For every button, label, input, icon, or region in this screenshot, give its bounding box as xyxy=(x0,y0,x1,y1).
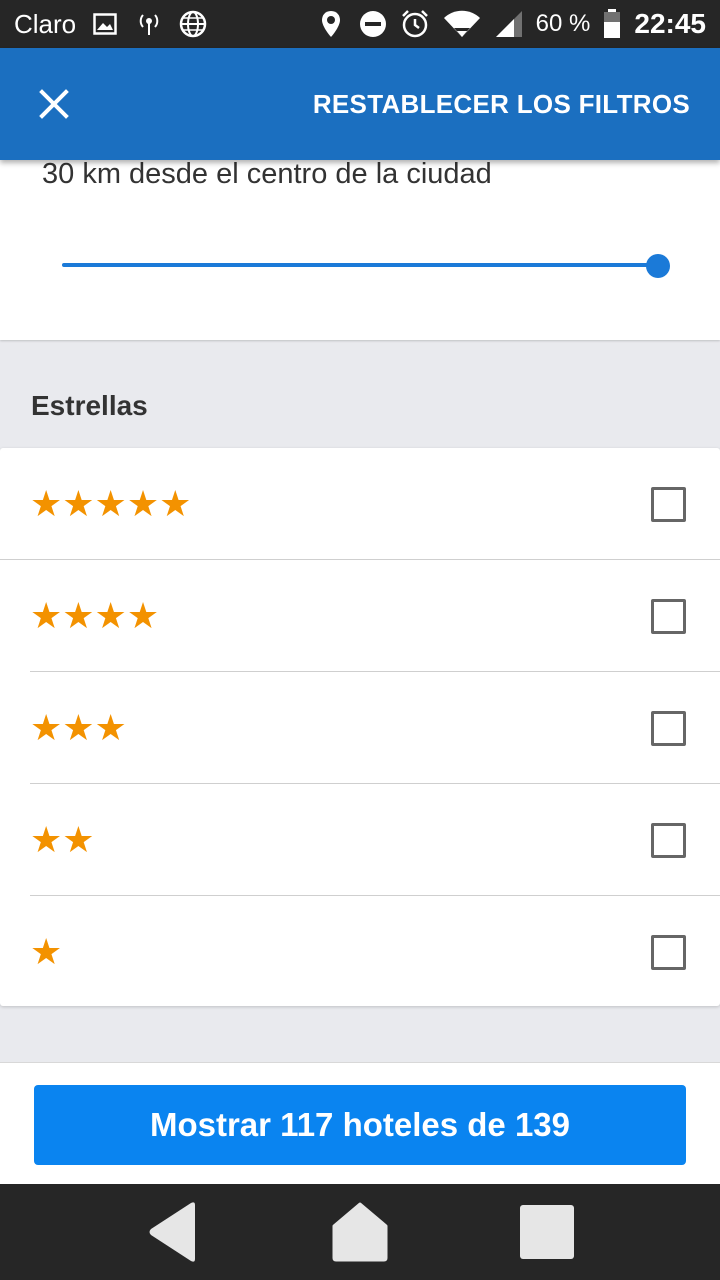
distance-label: 30 km desde el centro de la ciudad xyxy=(42,158,492,190)
image-icon xyxy=(90,9,120,39)
star-5-checkbox[interactable] xyxy=(651,486,686,522)
star-row-4[interactable]: ★★★★ xyxy=(0,560,720,672)
close-icon xyxy=(39,89,69,119)
distance-slider[interactable] xyxy=(62,254,670,278)
stars-filter-card: ★★★★★ ★★★★ ★★★ ★★ ★ xyxy=(0,448,720,1006)
battery-icon xyxy=(602,9,622,39)
clock-time: 22:45 xyxy=(634,8,706,39)
home-button[interactable] xyxy=(325,1197,395,1267)
star-1-checkbox[interactable] xyxy=(651,934,686,970)
alarm-icon xyxy=(400,9,430,39)
system-nav-bar xyxy=(0,1184,720,1280)
star-rating-icon: ★★ xyxy=(30,819,95,860)
status-bar: Claro 60 % 22:45 xyxy=(0,0,720,48)
star-3-checkbox[interactable] xyxy=(651,710,686,746)
star-row-1[interactable]: ★ xyxy=(0,896,720,1008)
recents-icon xyxy=(519,1205,574,1259)
reset-filters-button[interactable]: RESTABLECER LOS FILTROS xyxy=(313,89,690,120)
star-rating-icon: ★★★ xyxy=(30,707,127,748)
distance-filter-card: 30 km desde el centro de la ciudad xyxy=(0,158,720,340)
app-bar: RESTABLECER LOS FILTROS xyxy=(0,48,720,160)
star-4-checkbox[interactable] xyxy=(651,598,686,634)
back-button[interactable] xyxy=(138,1197,208,1267)
wifi-icon xyxy=(442,9,482,39)
do-not-disturb-icon xyxy=(358,9,388,39)
signal-icon xyxy=(494,9,524,39)
star-row-3[interactable]: ★★★ xyxy=(0,672,720,784)
star-rating-icon: ★★★★★ xyxy=(30,483,192,524)
bottom-action-panel: Mostrar 117 hoteles de 139 xyxy=(0,1062,720,1184)
stars-section-title: Estrellas xyxy=(31,390,148,421)
show-hotels-button[interactable]: Mostrar 117 hoteles de 139 xyxy=(34,1085,686,1165)
star-row-5[interactable]: ★★★★★ xyxy=(0,448,720,560)
recents-button[interactable] xyxy=(512,1197,582,1267)
carrier-name: Claro xyxy=(14,8,77,39)
location-icon xyxy=(316,9,346,39)
star-2-checkbox[interactable] xyxy=(651,822,686,858)
star-rating-icon: ★★★★ xyxy=(30,595,160,636)
hotspot-icon xyxy=(134,9,164,39)
star-row-2[interactable]: ★★ xyxy=(0,784,720,896)
slider-track xyxy=(62,263,658,267)
star-rating-icon: ★ xyxy=(30,931,63,972)
slider-thumb[interactable] xyxy=(646,254,670,278)
battery-percent: 60 % xyxy=(535,10,591,37)
close-button[interactable] xyxy=(34,84,74,124)
home-icon xyxy=(332,1202,388,1262)
back-icon xyxy=(149,1202,196,1262)
globe-icon xyxy=(178,9,208,39)
